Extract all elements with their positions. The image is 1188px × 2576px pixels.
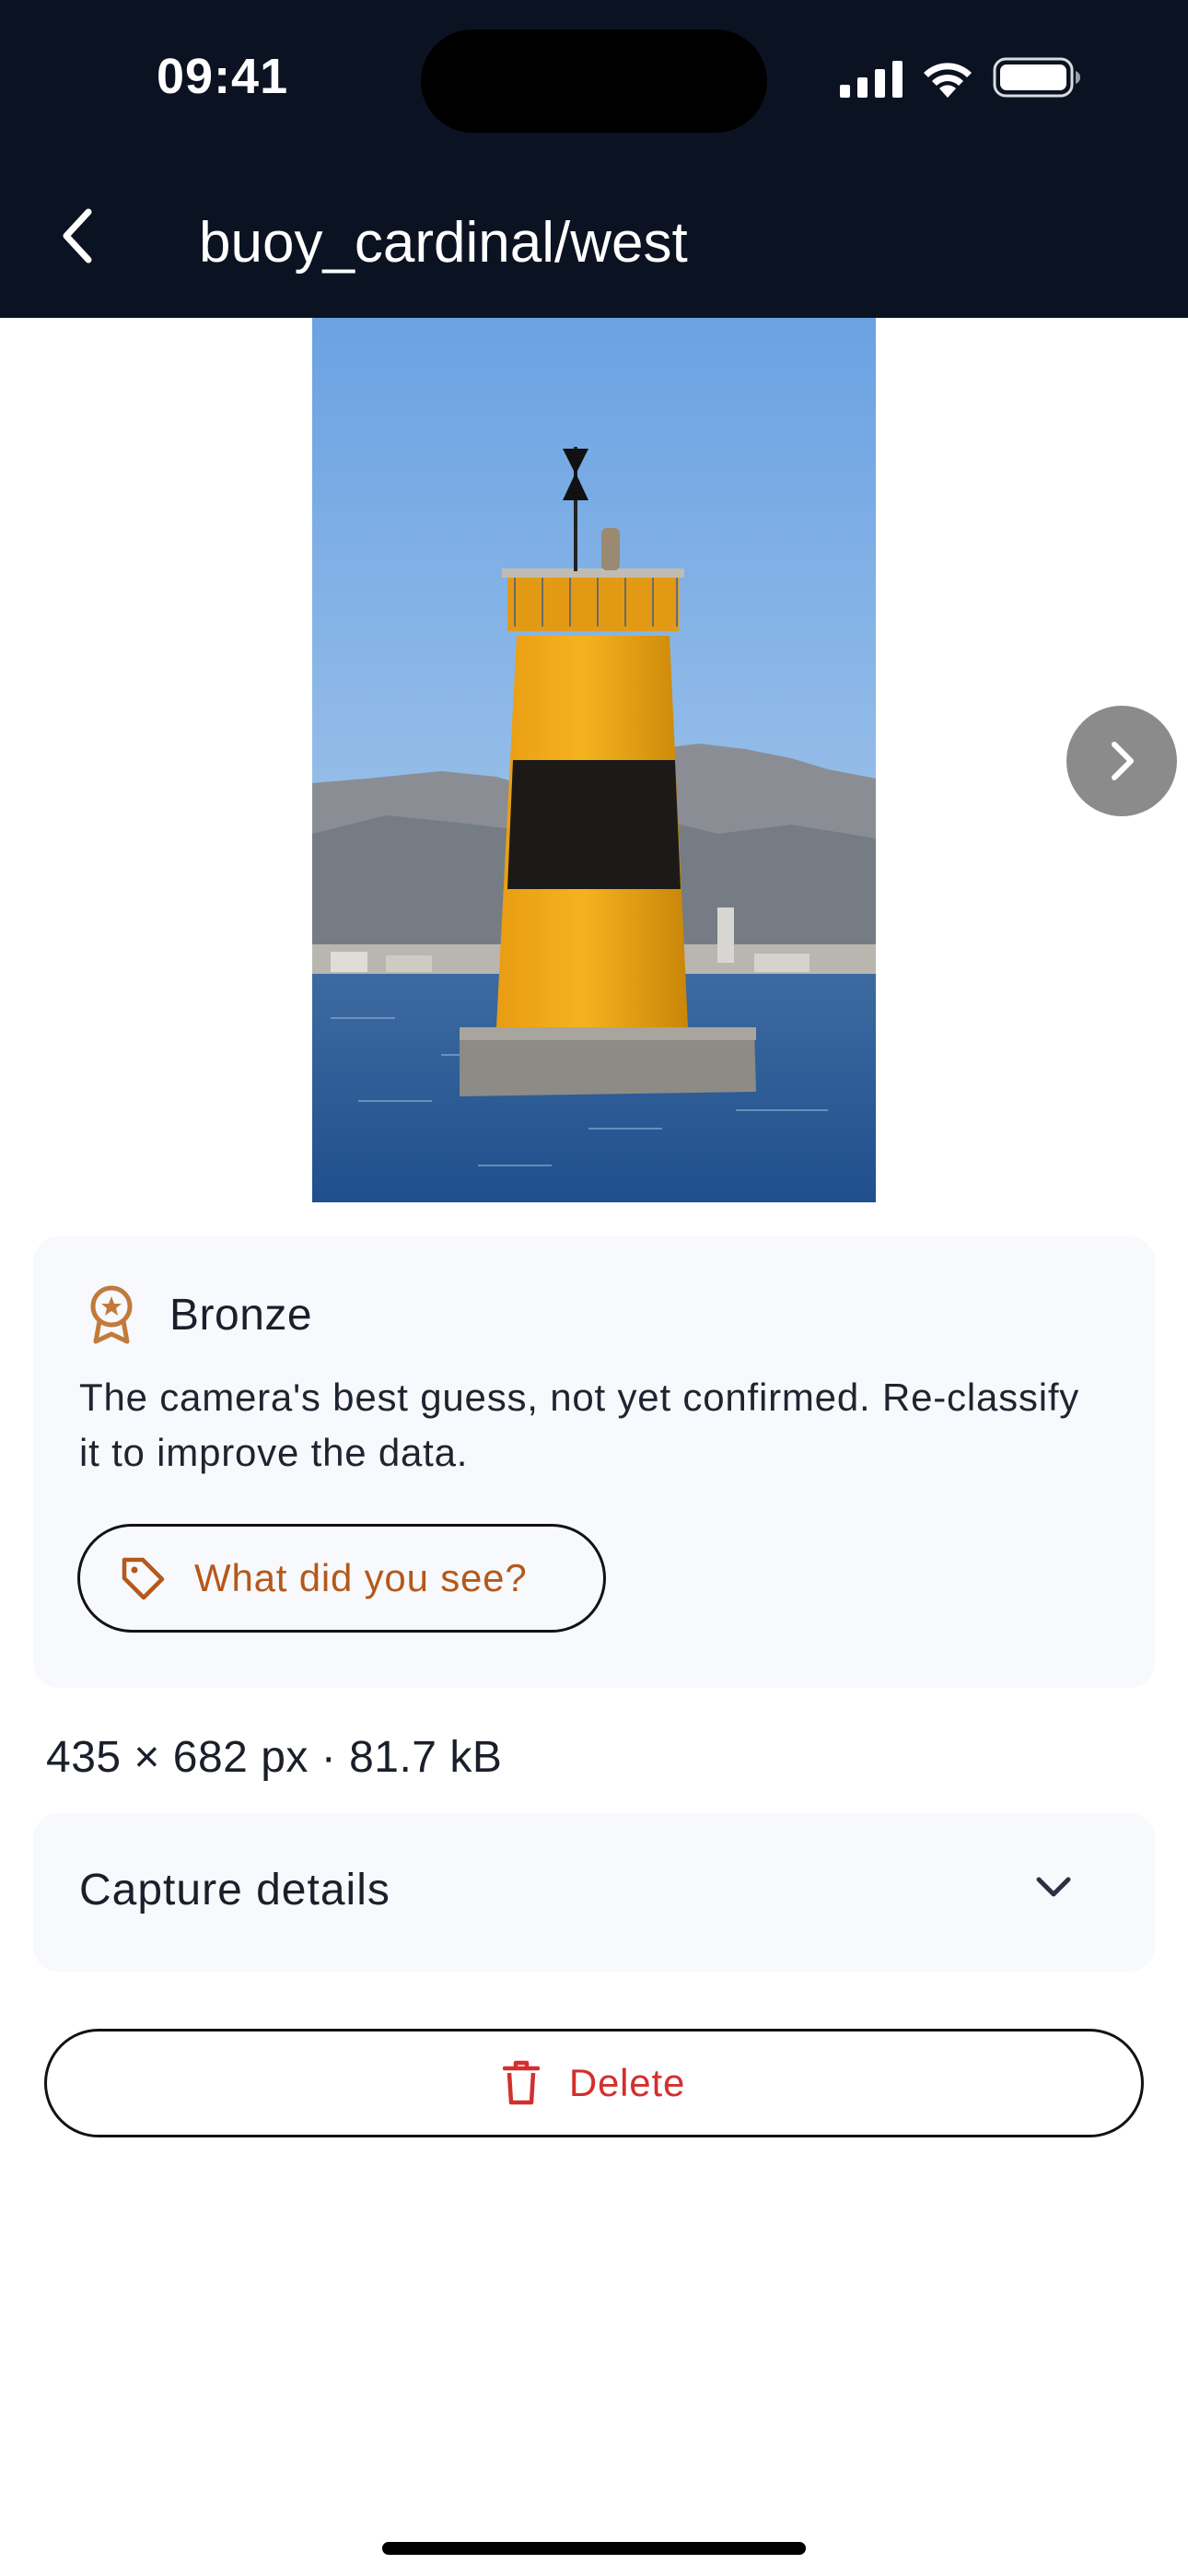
tier-label: Bronze: [169, 1290, 313, 1340]
delete-button[interactable]: Delete: [44, 2029, 1144, 2137]
status-time: 09:41: [157, 49, 289, 104]
buoy-photo[interactable]: [312, 318, 876, 1202]
wifi-icon: [924, 63, 972, 98]
trash-icon: [502, 2060, 540, 2105]
award-medal-icon: [90, 1285, 133, 1344]
chevron-left-icon: [63, 208, 92, 263]
classification-description: The camera's best guess, not yet confirm…: [79, 1376, 1080, 1474]
tier-header: Bronze: [85, 1284, 312, 1345]
reclassify-label: What did you see?: [194, 1556, 528, 1599]
classification-card: Bronze The camera's best guess, not yet …: [33, 1236, 1155, 1688]
page-title: buoy_cardinal/west: [199, 211, 688, 275]
cellular-signal-icon: [840, 61, 903, 98]
app-header: 09:41 buoy_cardinal/west: [0, 0, 1188, 318]
next-photo-button[interactable]: [1066, 706, 1177, 816]
tag-icon: [122, 1557, 165, 1600]
nav-bar: buoy_cardinal/west: [0, 184, 1188, 299]
photo-image: [312, 318, 876, 1202]
file-info: 435 × 682 px · 81.7 kB: [46, 1733, 503, 1782]
status-icons: [840, 57, 1081, 98]
back-button[interactable]: [41, 199, 114, 273]
dynamic-island: [421, 29, 767, 133]
reclassify-button[interactable]: What did you see?: [77, 1524, 606, 1633]
delete-label: Delete: [568, 2061, 686, 2104]
home-indicator[interactable]: [382, 2542, 806, 2555]
capture-details-toggle[interactable]: Capture details: [33, 1813, 1155, 1972]
chevron-right-icon: [1112, 742, 1134, 780]
battery-icon: [993, 57, 1080, 98]
chevron-down-icon: [1036, 1877, 1071, 1897]
capture-details-label: Capture details: [79, 1866, 390, 1914]
